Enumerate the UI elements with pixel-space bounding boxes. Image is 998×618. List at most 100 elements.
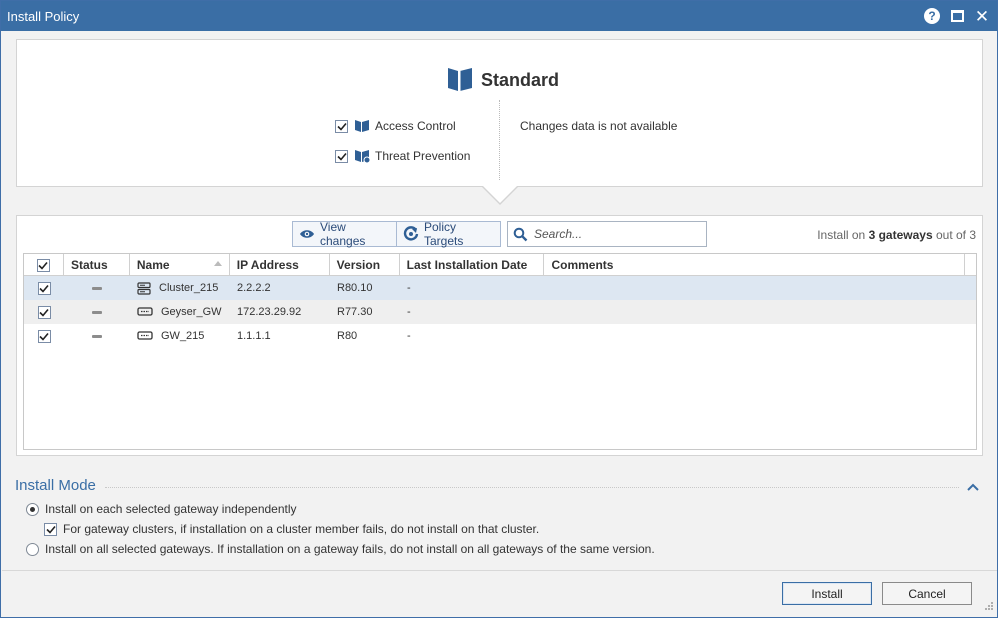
- search-input[interactable]: Search...: [507, 221, 707, 247]
- select-all-cell: [24, 254, 64, 276]
- header-filler: [965, 254, 976, 276]
- close-button[interactable]: ✕: [972, 6, 992, 26]
- footer-divider: [2, 570, 997, 571]
- policy-targets-button[interactable]: Policy Targets: [396, 220, 500, 248]
- row-name-cell: Cluster_215: [130, 276, 230, 300]
- install-all-radio[interactable]: [26, 542, 39, 556]
- column-header-last-installation-date[interactable]: Last Installation Date: [400, 254, 545, 276]
- row-version: R80.10: [337, 282, 373, 294]
- policy-name: Standard: [481, 70, 560, 90]
- close-icon: ✕: [974, 6, 990, 26]
- install-on-summary: Install on 3 gateways out of 3: [817, 228, 976, 242]
- help-button[interactable]: ?: [922, 6, 942, 26]
- maximize-icon: [950, 10, 964, 22]
- cluster-icon: [137, 281, 151, 295]
- eye-icon: [299, 228, 315, 240]
- row-name-cell: Geyser_GW: [130, 300, 230, 324]
- policy-title: Standard: [446, 66, 559, 95]
- access-control-label: Access Control: [375, 119, 456, 133]
- column-header-name-label: Name: [136, 258, 170, 272]
- table-row[interactable]: Geyser_GW 172.23.29.92 R77.30 -: [24, 300, 976, 324]
- row-ip: 172.23.29.92: [237, 306, 302, 318]
- row-comments: [545, 276, 966, 300]
- title-bar[interactable]: Install Policy ? ✕: [1, 1, 997, 31]
- threat-prevention-icon: [354, 149, 370, 163]
- maximize-button[interactable]: [947, 6, 967, 26]
- changes-status-text: Changes data is not available: [520, 119, 678, 133]
- resize-grip-icon[interactable]: [984, 600, 994, 614]
- option-cluster-sub[interactable]: For gateway clusters, if installation on…: [44, 522, 539, 536]
- row-last-install: -: [407, 282, 411, 294]
- table-header: Status Name IP Address Version Last Inst…: [24, 254, 976, 276]
- status-none-icon: [92, 334, 102, 338]
- header-divider: [499, 100, 500, 180]
- column-header-status[interactable]: Status: [64, 254, 130, 276]
- row-checkbox[interactable]: [37, 305, 51, 319]
- row-last-install: -: [407, 306, 411, 318]
- option-install-each[interactable]: Install on each selected gateway indepen…: [26, 502, 297, 516]
- policy-header-panel: Standard Access Control Threat Preventio…: [16, 39, 983, 187]
- blade-threat-prevention[interactable]: Threat Prevention: [335, 149, 470, 163]
- gateway-icon: [137, 331, 153, 341]
- row-last-install: -: [407, 330, 411, 342]
- row-status: [64, 276, 130, 300]
- row-ip: 2.2.2.2: [237, 282, 271, 294]
- gateways-panel: View changes Policy Targets Search... In…: [16, 215, 983, 456]
- collapse-chevron-up-icon[interactable]: [967, 480, 979, 494]
- column-header-version[interactable]: Version: [330, 254, 400, 276]
- install-policy-dialog: Install Policy ? ✕ Standard Access Contr…: [0, 0, 998, 618]
- select-all-checkbox[interactable]: [36, 258, 50, 272]
- row-status: [64, 300, 130, 324]
- view-changes-label: View changes: [320, 220, 366, 248]
- install-each-label: Install on each selected gateway indepen…: [45, 502, 297, 516]
- install-mode-title: Install Mode: [15, 477, 96, 494]
- row-comments: [545, 300, 966, 324]
- option-install-all[interactable]: Install on all selected gateways. If ins…: [26, 542, 655, 556]
- cluster-sub-label: For gateway clusters, if installation on…: [63, 522, 540, 536]
- access-control-icon: [354, 119, 370, 133]
- search-placeholder: Search...: [534, 227, 583, 241]
- install-button[interactable]: Install: [782, 582, 872, 605]
- row-version: R80: [337, 330, 358, 342]
- policy-targets-label: Policy Targets: [424, 220, 464, 248]
- row-comments: [545, 324, 966, 348]
- gateways-table: Status Name IP Address Version Last Inst…: [23, 253, 977, 450]
- view-toggle-group: View changes Policy Targets: [292, 220, 501, 248]
- column-header-name[interactable]: Name: [130, 254, 230, 276]
- install-on-suffix: out of 3: [935, 228, 976, 242]
- column-header-ip-address[interactable]: IP Address: [230, 254, 330, 276]
- install-each-radio[interactable]: [26, 502, 39, 516]
- column-header-comments[interactable]: Comments: [544, 254, 965, 276]
- table-row[interactable]: Cluster_215 2.2.2.2 R80.10 -: [24, 276, 976, 300]
- row-checkbox[interactable]: [37, 281, 51, 295]
- view-changes-button[interactable]: View changes: [293, 220, 396, 248]
- row-name: Cluster_215: [159, 282, 219, 294]
- row-checkbox-cell: [24, 276, 64, 300]
- table-row[interactable]: GW_215 1.1.1.1 R80 -: [24, 324, 976, 348]
- install-all-label: Install on all selected gateways. If ins…: [45, 542, 655, 556]
- help-icon: ?: [924, 8, 940, 24]
- status-none-icon: [92, 310, 102, 314]
- install-on-prefix: Install on: [817, 228, 866, 242]
- row-version: R77.30: [337, 306, 373, 318]
- install-mode-divider: [105, 487, 959, 488]
- install-on-count: 3 gateways: [868, 228, 933, 242]
- policy-book-icon: [446, 66, 474, 95]
- gateway-icon: [137, 307, 153, 317]
- row-name: Geyser_GW: [161, 306, 222, 318]
- access-control-checkbox[interactable]: [335, 119, 348, 133]
- row-name-cell: GW_215: [130, 324, 230, 348]
- row-checkbox[interactable]: [37, 329, 51, 343]
- window-title: Install Policy: [7, 8, 80, 24]
- cluster-sub-checkbox[interactable]: [44, 522, 57, 536]
- cancel-button[interactable]: Cancel: [882, 582, 972, 605]
- status-none-icon: [92, 286, 102, 290]
- row-ip: 1.1.1.1: [237, 330, 271, 342]
- row-status: [64, 324, 130, 348]
- sort-ascending-icon: [213, 261, 222, 266]
- blade-access-control[interactable]: Access Control: [335, 119, 456, 133]
- row-checkbox-cell: [24, 300, 64, 324]
- threat-prevention-checkbox[interactable]: [335, 149, 348, 163]
- policy-targets-icon: [403, 226, 419, 242]
- callout-arrow: [482, 185, 518, 203]
